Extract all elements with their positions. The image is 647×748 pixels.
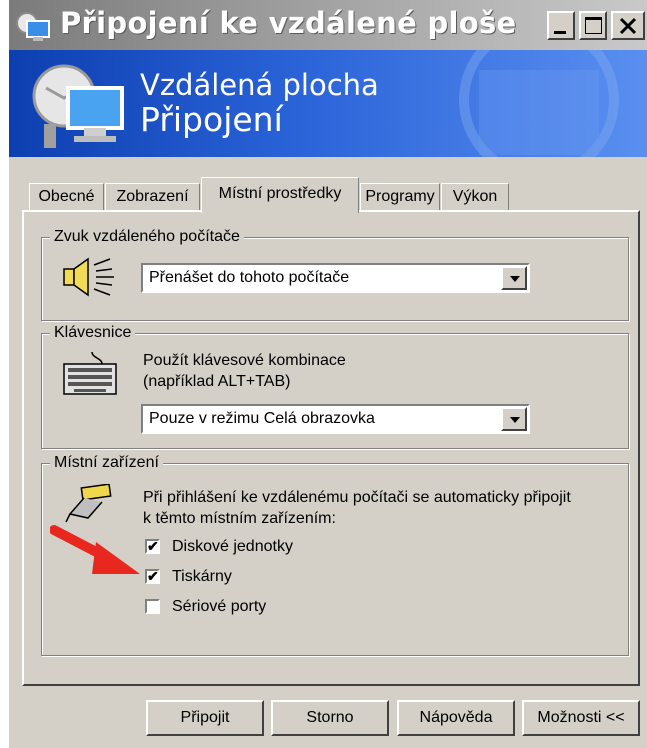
sound-group-legend: Zvuk vzdáleného počítače — [50, 228, 244, 246]
annotation-arrow-icon — [50, 525, 140, 574]
printers-label[interactable]: Tiskárny — [172, 567, 232, 587]
sound-playback-select[interactable]: Přenášet do tohoto počítače — [141, 263, 530, 293]
banner-title-line1: Vzdálená plocha — [140, 68, 379, 102]
speaker-icon — [63, 257, 114, 297]
tab-label: Zobrazení — [116, 188, 189, 205]
close-button[interactable] — [611, 11, 645, 40]
minimize-button[interactable] — [547, 11, 575, 40]
banner-title-line2: Připojení — [140, 100, 283, 139]
serial-ports-label[interactable]: Sériové porty — [172, 597, 266, 617]
options-button[interactable]: Možnosti << — [522, 700, 640, 736]
tab-local-resources[interactable]: Místní prostředky — [201, 177, 359, 213]
connect-button[interactable]: Připojit — [146, 700, 264, 736]
tab-performance[interactable]: Výkon — [441, 183, 509, 211]
maximize-icon — [585, 17, 602, 34]
sound-select-value: Přenášet do tohoto počítače — [149, 269, 350, 286]
disk-drives-label[interactable]: Diskové jednotky — [172, 537, 293, 557]
tab-label: Výkon — [452, 188, 498, 205]
remote-desktop-app-icon — [16, 12, 50, 41]
keyboard-combination-select[interactable]: Pouze v režimu Celá obrazovka — [141, 404, 530, 434]
checkmark-icon: ✔ — [147, 538, 159, 554]
keyboard-select-value: Pouze v režimu Celá obrazovka — [149, 410, 375, 427]
keyboard-description-line1: Použít klávesové kombinace — [143, 352, 346, 369]
tab-programs[interactable]: Programy — [360, 183, 440, 211]
keyboard-icon — [63, 351, 117, 395]
tab-display[interactable]: Zobrazení — [105, 183, 200, 211]
keyboard-description-line2: (například ALT+TAB) — [143, 373, 291, 390]
remote-desktop-banner-icon — [32, 64, 124, 148]
window-title: Připojení ke vzdálené ploše — [60, 6, 517, 40]
dropdown-arrow-icon[interactable] — [501, 407, 527, 431]
dropdown-arrow-icon[interactable] — [501, 266, 527, 290]
tab-general[interactable]: Obecné — [29, 183, 104, 211]
banner-watermark-graphic — [459, 50, 619, 157]
tab-label: Místní prostředky — [218, 185, 342, 202]
cancel-button[interactable]: Storno — [271, 700, 389, 736]
printers-checkbox[interactable]: ✔ — [145, 568, 160, 584]
local-devices-group-legend: Místní zařízení — [50, 454, 163, 472]
devices-description-line1: Při přihlášení ke vzdálenému počítači se… — [143, 489, 571, 506]
minimize-icon — [554, 31, 566, 34]
serial-ports-checkbox[interactable] — [145, 599, 160, 614]
checkmark-icon: ✔ — [147, 568, 159, 584]
tab-label: Obecné — [38, 188, 95, 205]
maximize-button[interactable] — [579, 11, 607, 40]
devices-description-line2: k těmto místním zařízením: — [143, 510, 336, 527]
help-button[interactable]: Nápověda — [397, 700, 515, 736]
tab-label: Programy — [365, 188, 435, 205]
close-icon — [619, 17, 637, 35]
disk-drives-checkbox[interactable]: ✔ — [145, 538, 160, 554]
keyboard-group-legend: Klávesnice — [50, 324, 136, 342]
